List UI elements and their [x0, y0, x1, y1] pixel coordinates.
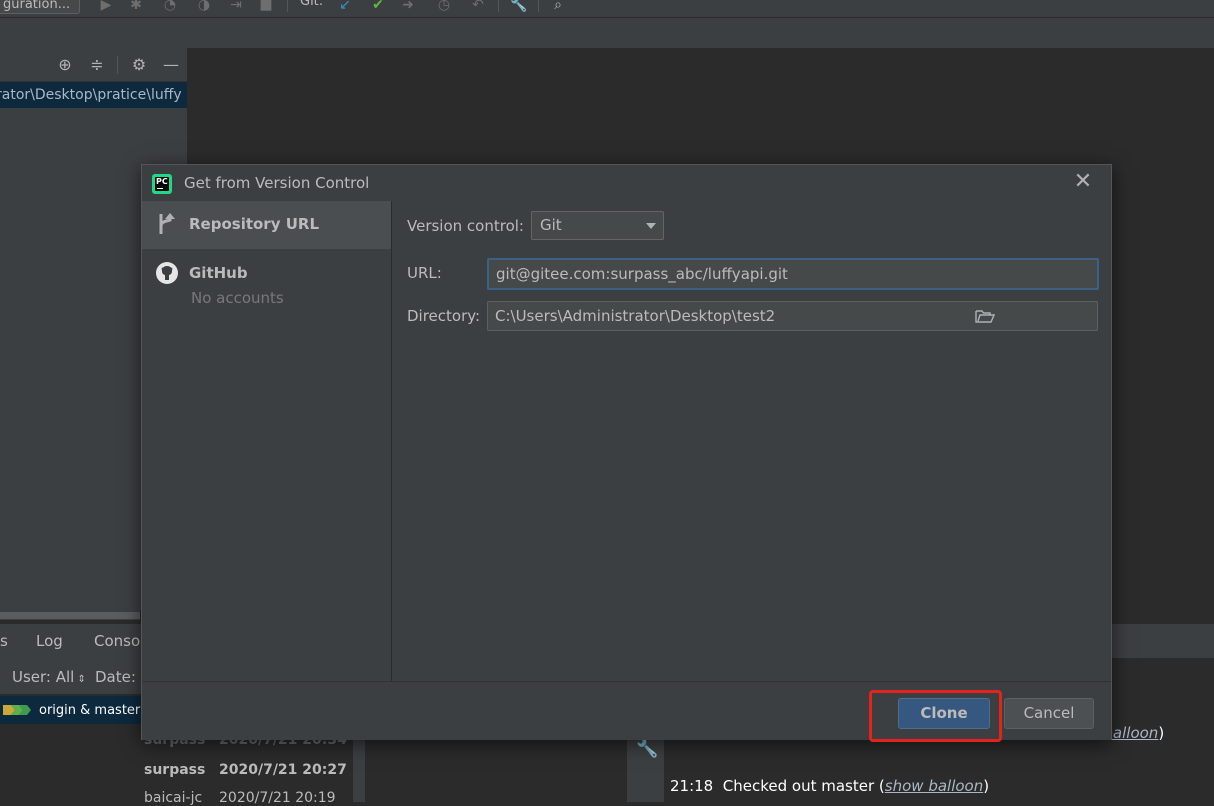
navigation-bar	[0, 18, 1214, 49]
project-panel-header: ⊕ ≑ ⚙ —	[0, 48, 187, 82]
directory-input[interactable]: C:\Users\Administrator\Desktop\test2	[487, 301, 1098, 331]
cancel-button[interactable]: Cancel	[1004, 698, 1094, 729]
header-separator	[117, 56, 118, 74]
version-control-value: Git	[540, 216, 562, 234]
main-toolbar	[0, 0, 1214, 18]
git-label: Git:	[300, 0, 324, 9]
coverage-icon[interactable]: ◔	[162, 0, 178, 13]
pycharm-logo-icon: PC	[152, 174, 172, 194]
close-icon[interactable]: ✕	[1072, 171, 1094, 193]
tab-log[interactable]: Log	[36, 632, 63, 650]
dialog-sidebar: Repository URL GitHub No accounts	[142, 201, 392, 681]
github-icon	[156, 262, 178, 284]
git-update-icon[interactable]: ↙	[337, 0, 353, 13]
event-time: 21:18	[670, 777, 714, 795]
wrench-settings-icon[interactable]: 🔧	[510, 0, 527, 13]
vcs-branch-icon	[159, 213, 175, 234]
run-configuration-selector[interactable]: guration...	[0, 0, 80, 14]
tab-changes[interactable]: s	[0, 632, 8, 650]
tab-console[interactable]: Conso	[94, 632, 140, 650]
sidebar-item-repository-url[interactable]: Repository URL	[142, 201, 391, 249]
toolbar-separator	[538, 0, 539, 12]
get-from-vcs-dialog: PC Get from Version Control ✕ Repository…	[141, 164, 1112, 740]
wrench-icon[interactable]: 🔧	[636, 738, 658, 759]
git-push-icon[interactable]: ➜	[400, 0, 416, 13]
stop-icon[interactable]: ■	[258, 0, 274, 13]
folder-open-icon[interactable]	[975, 308, 995, 324]
locate-icon[interactable]: ⊕	[56, 56, 74, 74]
user-filter-label: User: All	[12, 668, 75, 686]
log-row-date: 2020/7/21 20:27	[219, 762, 347, 778]
git-history-icon[interactable]: ◷	[436, 0, 452, 13]
build-icon[interactable]: ⇥	[228, 0, 244, 13]
toolbar-separator	[498, 0, 499, 12]
url-label: URL:	[407, 264, 442, 282]
sidebar-item-label: Repository URL	[189, 215, 319, 233]
branch-tags-icon	[3, 705, 31, 715]
gear-icon[interactable]: ⚙	[130, 56, 148, 74]
search-icon[interactable]: ⌕	[550, 0, 566, 13]
log-row-author[interactable]: baicai-jc	[144, 790, 202, 806]
event-log-line: 21:18 Checked out master (show balloon)	[670, 777, 989, 795]
user-filter[interactable]: User: All ⇕	[12, 668, 86, 686]
red-highlight-annotation	[869, 690, 1002, 742]
collapse-all-icon[interactable]: ≑	[88, 56, 106, 74]
log-row-author[interactable]: surpass	[144, 762, 205, 778]
debug-icon[interactable]: ✱	[128, 0, 144, 13]
url-input[interactable]: git@gitee.com:surpass_abc/luffyapi.git	[487, 258, 1099, 290]
event-message: Checked out master	[722, 777, 875, 795]
directory-label: Directory:	[407, 307, 481, 325]
sidebar-item-label: GitHub	[189, 264, 248, 282]
version-control-select[interactable]: Git	[531, 211, 664, 240]
log-row-date: 2020/7/21 20:19	[219, 790, 336, 806]
project-root-path[interactable]: rator\Desktop\pratice\luffy	[0, 82, 187, 108]
close-paren: )	[983, 777, 990, 795]
profile-icon[interactable]: ◑	[196, 0, 212, 13]
close-paren: )	[1158, 724, 1165, 742]
show-balloon-link[interactable]: show balloon	[885, 777, 983, 795]
git-rollback-icon[interactable]: ↶	[470, 0, 486, 13]
version-control-label: Version control:	[407, 217, 524, 235]
sidebar-item-github[interactable]: GitHub No accounts	[142, 251, 391, 311]
chevron-down-icon	[646, 223, 656, 229]
dialog-form: Version control: Git URL: git@gitee.com:…	[392, 201, 1111, 681]
git-commit-icon[interactable]: ✔	[370, 0, 386, 13]
horizontal-scrollbar-thumb[interactable]	[0, 612, 140, 619]
run-icon[interactable]: ▶	[98, 0, 114, 13]
dialog-title: Get from Version Control	[184, 174, 370, 192]
github-accounts-status: No accounts	[191, 289, 284, 307]
branch-label: origin & master	[39, 703, 141, 718]
minimize-icon[interactable]: —	[162, 56, 180, 74]
toolbar-separator	[287, 0, 288, 12]
sort-arrows-icon: ⇕	[74, 674, 86, 685]
